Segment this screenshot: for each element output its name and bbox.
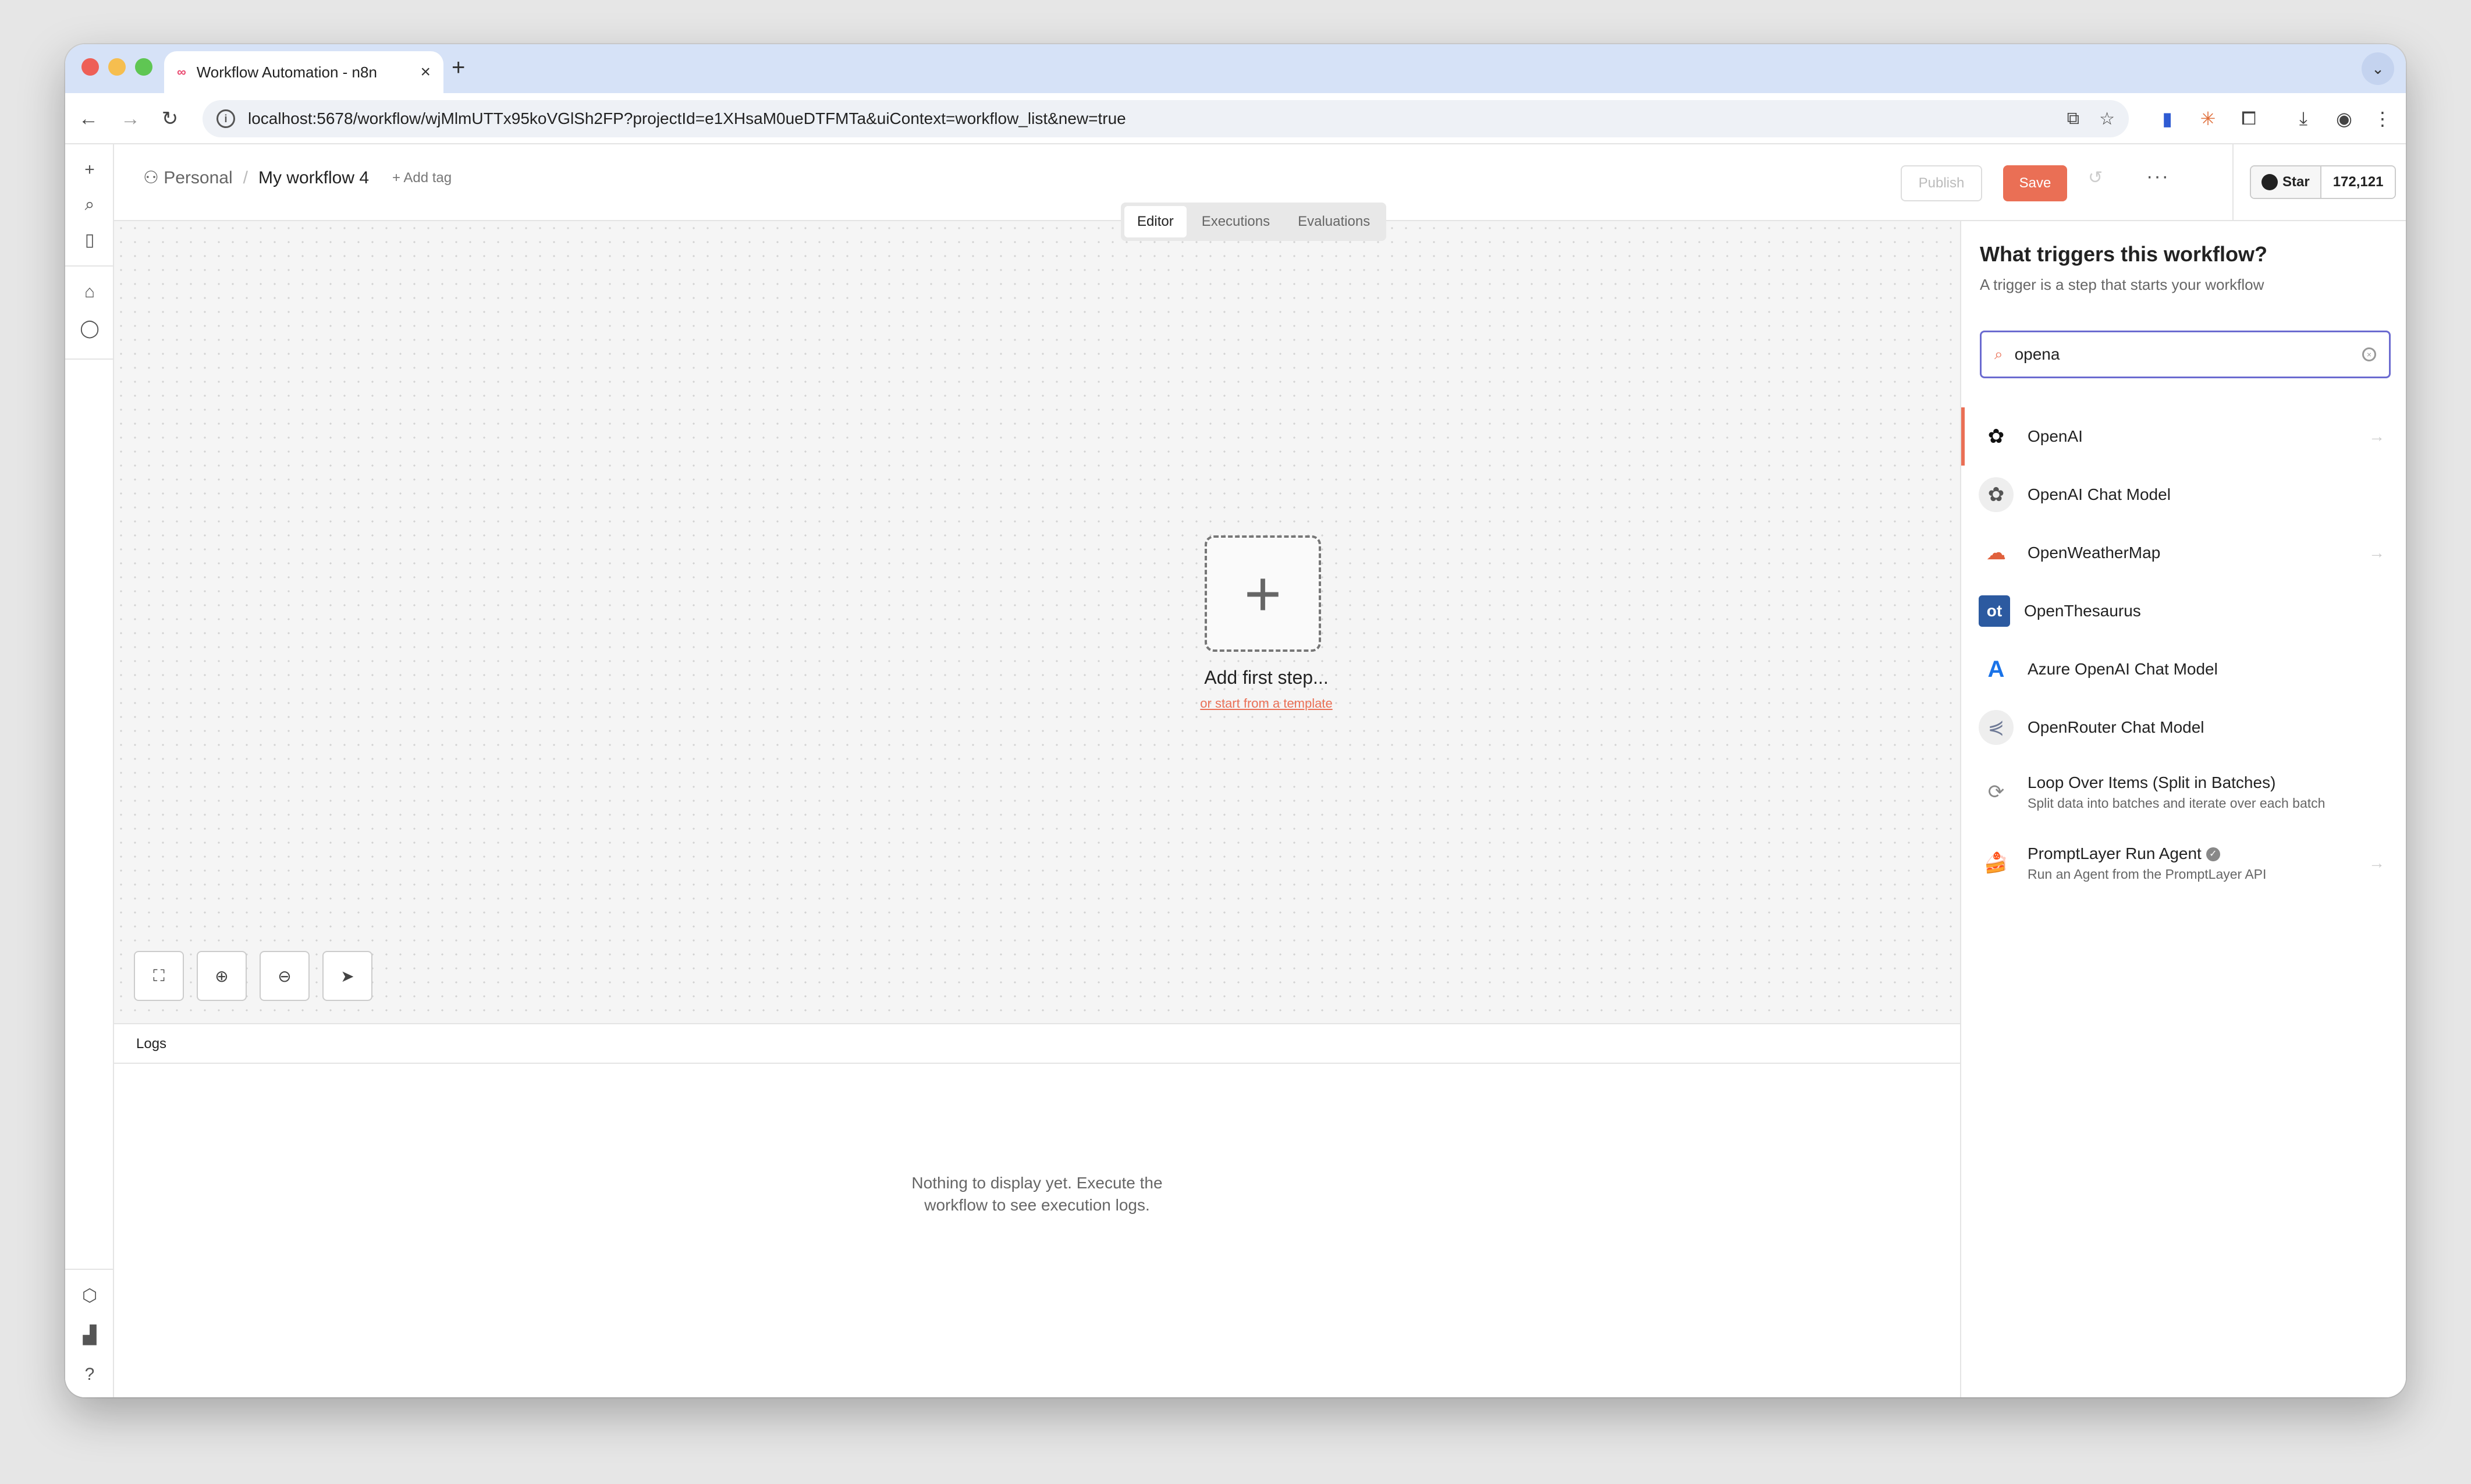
openai-icon: ✿ <box>1987 425 2005 448</box>
download-icon[interactable]: ⤓ <box>2288 104 2319 134</box>
node-item-openthesaurus[interactable]: ot OpenThesaurus <box>1961 582 2406 640</box>
extensions-icon[interactable]: ⧠ <box>2234 104 2264 134</box>
back-icon[interactable]: ← <box>73 104 104 134</box>
tidy-up-icon[interactable]: ➤ <box>322 951 372 1001</box>
add-icon[interactable]: + <box>74 155 105 185</box>
node-item-openrouter-chat-model[interactable]: ⋞ OpenRouter Chat Model <box>1961 698 2406 757</box>
history-icon[interactable]: ↺ <box>2088 168 2103 188</box>
node-item-openai-chat-model[interactable]: ✿ OpenAI Chat Model <box>1961 466 2406 524</box>
search-icon[interactable]: ⌕ <box>74 190 105 220</box>
breadcrumb-separator: / <box>243 168 248 187</box>
clear-search-icon[interactable]: × <box>2362 347 2376 361</box>
node-list: ✿ OpenAI → ✿ OpenAI Chat Model ☁ OpenWea… <box>1961 407 2406 899</box>
help-icon[interactable]: ? <box>74 1359 105 1390</box>
profile-icon[interactable]: ◉ <box>2329 104 2359 134</box>
arrow-right-icon: → <box>2369 427 2385 445</box>
zoom-in-icon[interactable]: ⊕ <box>197 951 247 1001</box>
divider <box>65 265 114 267</box>
promptlayer-icon: 🍰 <box>1983 852 2009 874</box>
url-text: localhost:5678/workflow/wjMlmUTTx95koVGl… <box>248 109 1126 127</box>
browser-tab[interactable]: ∞ Workflow Automation - n8n × <box>164 51 443 93</box>
bookmark-star-icon[interactable]: ☆ <box>2099 109 2115 129</box>
save-button[interactable]: Save <box>2003 165 2067 201</box>
divider <box>65 1269 114 1270</box>
openrouter-icon: ⋞ <box>1979 710 2014 745</box>
divider <box>65 358 114 360</box>
address-bar[interactable]: i localhost:5678/workflow/wjMlmUTTx95koV… <box>203 100 2129 137</box>
close-window-button[interactable] <box>81 58 99 76</box>
node-search-input[interactable] <box>2014 345 2351 364</box>
github-star-button[interactable]: Star 172,121 <box>2250 165 2397 199</box>
workflow-name[interactable]: My workflow 4 <box>258 168 369 188</box>
verified-icon: ✓ <box>2206 847 2220 862</box>
openthesaurus-icon: ot <box>1979 595 2010 627</box>
divider <box>2232 144 2234 221</box>
project-link[interactable]: ⚇ Personal <box>143 168 233 188</box>
panel-subtitle: A trigger is a step that starts your wor… <box>1980 276 2264 293</box>
claude-extension-icon[interactable]: ✳ <box>2193 104 2223 134</box>
view-switcher: Editor Executions Evaluations <box>1121 203 1387 241</box>
panel-title: What triggers this workflow? <box>1980 242 2268 266</box>
zoom-out-icon[interactable]: ⊖ <box>260 951 310 1001</box>
site-info-icon[interactable]: i <box>216 109 235 128</box>
workflow-canvas[interactable]: Editor Executions Evaluations + Add firs… <box>114 203 1960 1023</box>
home-icon[interactable]: ⌂ <box>74 277 105 307</box>
tab-title: Workflow Automation - n8n <box>196 63 377 81</box>
tab-search-button[interactable]: ⌄ <box>2362 52 2394 85</box>
tab-strip: ∞ Workflow Automation - n8n × + ⌄ <box>65 44 2406 93</box>
divider <box>114 1063 1960 1064</box>
weather-icon: ☁ <box>1986 542 2006 564</box>
node-item-openweathermap[interactable]: ☁ OpenWeatherMap → <box>1961 524 2406 582</box>
logs-title[interactable]: Logs <box>136 1036 166 1052</box>
openai-icon: ✿ <box>1979 477 2014 512</box>
forward-icon[interactable]: → <box>115 104 145 134</box>
search-icon: ⌕ <box>1994 345 2003 363</box>
close-tab-icon[interactable]: × <box>420 62 431 82</box>
chat-icon[interactable]: ◯ <box>74 313 105 343</box>
add-first-step-label: Add first step... <box>1204 667 1329 688</box>
insights-icon[interactable]: ▟ <box>74 1320 105 1350</box>
node-item-azure-openai-chat-model[interactable]: A Azure OpenAI Chat Model <box>1961 640 2406 698</box>
publish-button[interactable]: Publish <box>1901 165 1982 201</box>
plus-icon: + <box>1244 558 1282 630</box>
arrow-right-icon: → <box>2369 854 2385 872</box>
browser-window: ∞ Workflow Automation - n8n × + ⌄ ← → ↻ … <box>65 44 2406 1397</box>
left-sidebar: + ⌕ ▯ ⌂ ◯ ⬡ ▟ ? <box>65 144 114 1397</box>
browser-menu-icon[interactable]: ⋮ <box>2367 104 2398 134</box>
node-item-openai[interactable]: ✿ OpenAI → <box>1961 407 2406 466</box>
loop-icon: ⟳ <box>1987 781 2005 803</box>
azure-icon: A <box>1987 656 2005 682</box>
add-tag-button[interactable]: + Add tag <box>392 170 452 186</box>
n8n-app: + ⌕ ▯ ⌂ ◯ ⬡ ▟ ? ⚇ Personal / My workflow… <box>65 144 2406 1397</box>
star-count: 172,121 <box>2321 166 2395 198</box>
github-icon <box>2261 174 2278 190</box>
node-item-loop-over-items[interactable]: ⟳ Loop Over Items (Split in Batches) Spl… <box>1961 757 2406 828</box>
breadcrumb: ⚇ Personal / My workflow 4 + Add tag <box>143 168 452 188</box>
bitwarden-extension-icon[interactable]: ▮ <box>2152 104 2182 134</box>
tab-editor[interactable]: Editor <box>1124 206 1187 237</box>
fit-view-icon[interactable]: ⛶ <box>134 951 184 1001</box>
new-tab-button[interactable]: + <box>452 54 465 81</box>
start-from-template-link[interactable]: or start from a template <box>1103 696 1429 711</box>
minimize-window-button[interactable] <box>108 58 126 76</box>
n8n-favicon-icon: ∞ <box>177 65 186 79</box>
sidebar-toggle-icon[interactable]: ▯ <box>74 225 105 255</box>
reload-icon[interactable]: ↻ <box>155 104 185 134</box>
translate-icon[interactable]: ⧉ <box>2067 109 2079 129</box>
node-item-promptlayer-run-agent[interactable]: 🍰 PromptLayer Run Agent ✓ Run an Agent fr… <box>1961 828 2406 899</box>
add-first-step-button[interactable]: + <box>1205 535 1321 652</box>
node-search[interactable]: ⌕ × <box>1980 331 2391 378</box>
logs-panel: Logs Nothing to display yet. Execute the… <box>114 1023 1960 1397</box>
star-label: Star <box>2282 174 2310 190</box>
templates-icon[interactable]: ⬡ <box>74 1280 105 1311</box>
maximize-window-button[interactable] <box>135 58 152 76</box>
tab-executions[interactable]: Executions <box>1189 206 1283 237</box>
more-options-button[interactable]: ··· <box>2146 165 2170 188</box>
arrow-right-icon: → <box>2369 544 2385 562</box>
node-creator-panel: What triggers this workflow? A trigger i… <box>1960 221 2406 1397</box>
browser-toolbar: ← → ↻ i localhost:5678/workflow/wjMlmUTT… <box>65 93 2406 144</box>
logs-empty-message: Nothing to display yet. Execute the work… <box>911 1174 1163 1214</box>
tab-evaluations[interactable]: Evaluations <box>1285 206 1383 237</box>
